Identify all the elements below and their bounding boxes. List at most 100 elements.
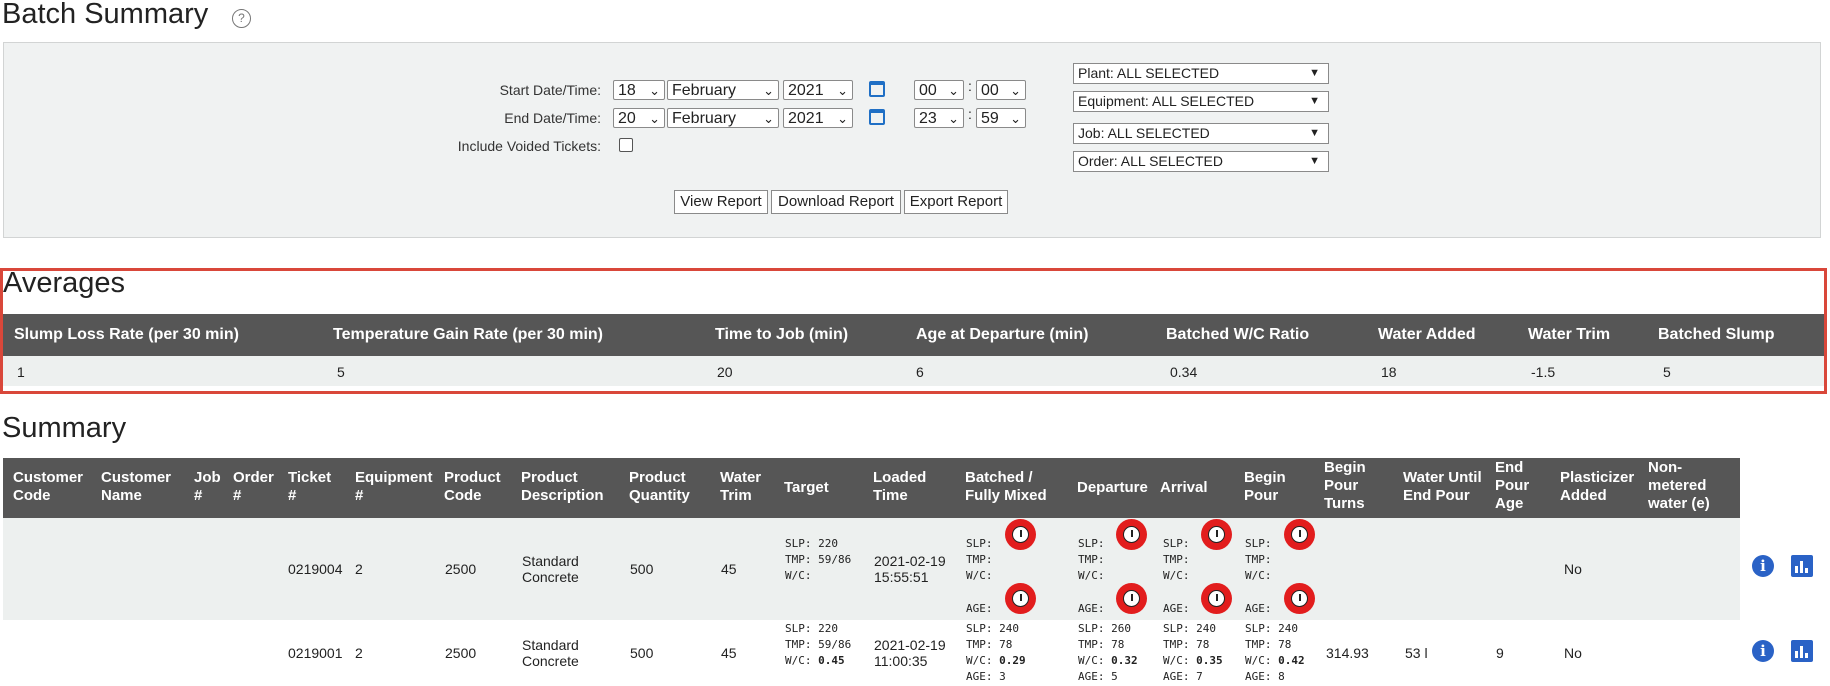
table-row: 0219004 2 2500 Standard Concrete 500 45 …	[3, 518, 1740, 620]
departure-age: AGE: 5	[1078, 670, 1118, 683]
alarm-clock-icon	[1201, 519, 1232, 550]
equipment-dropdown[interactable]: Equipment: ALL SELECTED ▼	[1073, 91, 1329, 112]
begin-pour-age: AGE:	[1245, 602, 1272, 615]
include-voided-checkbox[interactable]	[619, 138, 633, 152]
arrival-wc-value: 0.35	[1196, 654, 1223, 667]
time-separator: :	[968, 78, 972, 94]
end-day-select[interactable]: 20 ⌄	[613, 108, 665, 128]
filter-panel: Start Date/Time: End Date/Time: Include …	[3, 42, 1821, 238]
begin-pour-wc-value: 0.42	[1278, 654, 1305, 667]
averages-value: 18	[1381, 364, 1397, 380]
view-report-button[interactable]: View Report	[674, 190, 768, 214]
loaded-date: 2021-02-19	[874, 637, 946, 653]
begin-pour-tmp: TMP: 78	[1245, 638, 1292, 651]
begin-pour-cell: SLP: TMP: W/C:	[1245, 536, 1272, 584]
bar-chart-icon[interactable]	[1791, 555, 1813, 577]
alarm-clock-icon	[1116, 583, 1147, 614]
averages-header: Water Trim	[1528, 326, 1611, 343]
job-dropdown[interactable]: Job: ALL SELECTED ▼	[1073, 123, 1329, 144]
info-icon[interactable]: i	[1752, 555, 1774, 577]
end-minute-select[interactable]: 59 ⌄	[976, 108, 1026, 128]
averages-header: Batched W/C Ratio	[1166, 326, 1310, 343]
departure-cell: SLP: TMP: W/C:	[1078, 536, 1105, 584]
batched-cell: SLP: 240 TMP: 78 W/C: 0.29 AGE: 3	[966, 621, 1026, 685]
end-date-label: End Date/Time:	[504, 110, 601, 126]
download-report-button[interactable]: Download Report	[771, 190, 901, 214]
averages-value: 0.34	[1170, 364, 1198, 380]
alarm-clock-icon	[1284, 583, 1315, 614]
departure-wc-value: 0.32	[1111, 654, 1138, 667]
end-month-select[interactable]: February ⌄	[667, 108, 779, 128]
start-month-select[interactable]: February ⌄	[667, 80, 779, 100]
averages-value: 1	[17, 364, 25, 380]
start-minute-select[interactable]: 00 ⌄	[976, 80, 1026, 100]
summary-header: Ticket #	[288, 469, 332, 504]
end-year-select[interactable]: 2021 ⌄	[783, 108, 853, 128]
target-wc-value: 0.45	[818, 654, 845, 667]
summary-header: Water Trim	[720, 469, 762, 504]
water-until-end-pour-cell: 53 l	[1405, 645, 1428, 661]
summary-header: Non-metered water (e)	[1648, 459, 1710, 512]
summary-header: Job #	[194, 469, 221, 504]
end-calendar-icon[interactable]	[869, 109, 885, 125]
water-trim-cell: 45	[721, 645, 737, 661]
batched-wc: W/C:	[966, 569, 993, 582]
arrival-cell: SLP: 240 TMP: 78 W/C: 0.35 AGE: 7	[1163, 621, 1223, 685]
departure-tmp: TMP: 78	[1078, 638, 1125, 651]
question-circle-icon[interactable]: ?	[232, 9, 251, 28]
alarm-clock-icon	[1284, 519, 1315, 550]
product-description-line1: Standard	[522, 553, 579, 569]
arrival-wc: W/C:	[1163, 569, 1190, 582]
alarm-clock-icon	[1005, 519, 1036, 550]
arrival-cell: SLP: TMP: W/C:	[1163, 536, 1190, 584]
bar-chart-icon[interactable]	[1791, 640, 1813, 662]
arrival-age: AGE:	[1163, 602, 1190, 615]
departure-age: AGE:	[1078, 602, 1105, 615]
start-hour-select[interactable]: 00 ⌄	[914, 80, 964, 100]
summary-header: Begin Pour Turns	[1324, 459, 1366, 512]
summary-header: Target	[784, 479, 829, 496]
quantity-cell: 500	[630, 561, 654, 577]
averages-value: 20	[717, 364, 733, 380]
averages-value: -1.5	[1531, 364, 1556, 380]
begin-pour-wc: W/C: 0.42	[1245, 654, 1305, 667]
departure-cell: SLP: 260 TMP: 78 W/C: 0.32 AGE: 5	[1078, 621, 1138, 685]
target-tmp: TMP: 59/86	[785, 553, 852, 566]
ticket-cell: 0219004	[288, 561, 343, 577]
info-icon[interactable]: i	[1752, 640, 1774, 662]
summary-header: Water Until End Pour	[1403, 469, 1482, 504]
departure-wc: W/C: 0.32	[1078, 654, 1138, 667]
begin-pour-turns-cell: 314.93	[1326, 645, 1369, 661]
summary-header: End Pour Age	[1495, 459, 1530, 512]
departure-wc: W/C:	[1078, 569, 1105, 582]
summary-header: Customer Code	[13, 469, 84, 504]
end-hour-select[interactable]: 23 ⌄	[914, 108, 964, 128]
summary-title: Summary	[2, 412, 127, 444]
export-report-button[interactable]: Export Report	[904, 190, 1008, 214]
table-row: 0219001 2 2500 Standard Concrete 500 45 …	[3, 620, 1740, 686]
quantity-cell: 500	[630, 645, 654, 661]
batched-cell: SLP: TMP: W/C:	[966, 536, 993, 584]
time-separator: :	[968, 106, 972, 122]
order-dropdown[interactable]: Order: ALL SELECTED ▼	[1073, 151, 1329, 172]
arrival-slp: SLP:	[1163, 537, 1190, 550]
target-tmp: TMP: 59/86	[785, 638, 852, 651]
loaded-time: 15:55:51	[874, 569, 929, 585]
start-calendar-icon[interactable]	[869, 81, 885, 97]
start-year-select[interactable]: 2021 ⌄	[783, 80, 853, 100]
batched-wc: W/C: 0.29	[966, 654, 1026, 667]
target-wc-label: W/C:	[785, 569, 812, 582]
averages-header: Age at Departure (min)	[916, 326, 1089, 343]
summary-header-row: Customer Code Customer Name Job # Order …	[3, 458, 1740, 518]
summary-header: Customer Name	[101, 469, 172, 504]
plant-dropdown[interactable]: Plant: ALL SELECTED ▼	[1073, 63, 1329, 84]
averages-value: 5	[1663, 364, 1671, 380]
start-day-select[interactable]: 18 ⌄	[613, 80, 665, 100]
averages-header: Temperature Gain Rate (per 30 min)	[333, 326, 603, 343]
target-slp: SLP: 220	[785, 537, 838, 550]
arrival-tmp: TMP:	[1163, 553, 1190, 566]
summary-header: Order #	[233, 469, 274, 504]
begin-pour-cell: SLP: 240 TMP: 78 W/C: 0.42 AGE: 8	[1245, 621, 1305, 685]
summary-header: Batched / Fully Mixed	[965, 469, 1047, 504]
arrival-tmp: TMP: 78	[1163, 638, 1210, 651]
